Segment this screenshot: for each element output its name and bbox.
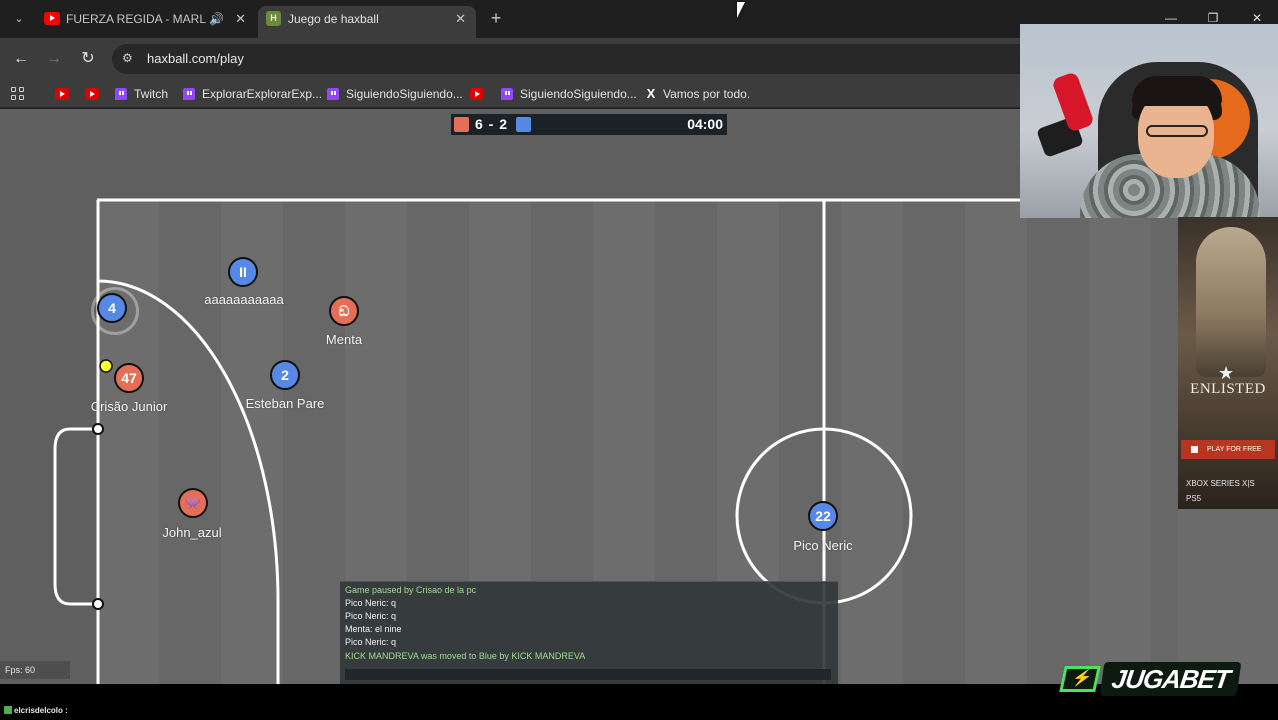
sponsor-name: JUGABET [1099, 662, 1242, 696]
enlisted-ad[interactable]: ★ ENLISTED PLAY FOR FREE XBOX SERIES X|S… [1178, 217, 1278, 509]
webcam-overlay [1020, 24, 1278, 218]
chat-line: Pico Neric: q [345, 637, 397, 647]
site-info-icon[interactable]: ⚙ [122, 50, 138, 66]
player-disc: 2 [270, 360, 300, 390]
mouse-cursor-icon [737, 2, 745, 18]
haxball-icon: H [266, 11, 281, 26]
chat-line: Game paused by Crisao de la pc [345, 585, 477, 595]
bookmark-youtube-3[interactable] [470, 80, 489, 108]
fps-counter: Fps: 60 [0, 661, 70, 679]
player-name: aaaaaaaaaaa [204, 292, 284, 307]
player-disc: ඞ [329, 296, 359, 326]
bookmark-label: ExplorarExplorarExp... [202, 87, 323, 101]
player-disc: 👾 [178, 488, 208, 518]
chat-box: Game paused by Crisao de la pc Pico Neri… [340, 581, 838, 684]
ball [99, 359, 113, 373]
chat-line: KICK MANDREVA was moved to Blue by KICK … [345, 651, 586, 661]
scoreboard: 6 - 2 04:00 [451, 114, 727, 135]
tab-title: Juego de haxball [288, 12, 379, 26]
score: 6 - 2 [475, 116, 509, 132]
screen: ⌄ FUERZA REGIDA - MARLBORO 🔊 ✕ H Juego d… [0, 0, 1278, 720]
tab-title: FUERZA REGIDA - MARLBORO [66, 12, 206, 26]
chat-line: Menta: el nine [345, 624, 402, 634]
bookmark-label: SiguiendoSiguiendo... [520, 87, 637, 101]
tab-search-icon[interactable]: ⌄ [8, 8, 30, 30]
player-disc: 47 [114, 363, 144, 393]
red-team-color [454, 117, 469, 132]
bookmark-twitch[interactable]: Twitch [115, 80, 168, 108]
chat-line: Pico Neric: q [345, 611, 397, 621]
badge-icon [4, 706, 12, 714]
bookmark-label: SiguiendoSiguiendo... [346, 87, 463, 101]
speaker-icon[interactable]: 🔊 [209, 6, 224, 32]
close-tab-icon[interactable]: ✕ [235, 6, 246, 32]
lightning-icon [1059, 666, 1101, 692]
player-name: John_azul [162, 525, 222, 540]
bookmark-label: Vamos por todo. [663, 87, 751, 101]
game-clock: 04:00 [687, 116, 723, 132]
tab-haxball[interactable]: H Juego de haxball ✕ [258, 6, 476, 38]
play-for-free-button[interactable]: PLAY FOR FREE [1181, 440, 1275, 459]
bookmark-siguiendo-2[interactable]: SiguiendoSiguiendo... [501, 80, 637, 108]
bookmark-explorar[interactable]: ExplorarExplorarExp... [183, 80, 322, 108]
url-text: haxball.com/play [147, 51, 244, 66]
twitch-icon [115, 88, 127, 100]
bookmark-x[interactable]: X Vamos por todo. [644, 80, 751, 108]
back-button[interactable]: ← [10, 48, 32, 70]
soldier-image [1196, 227, 1266, 377]
x-icon: X [646, 86, 656, 101]
youtube-icon [470, 88, 484, 100]
player-disc: 22 [808, 501, 838, 531]
chat-input[interactable] [345, 669, 831, 680]
player-name: Menta [325, 332, 363, 347]
forward-button[interactable]: → [43, 48, 65, 70]
bookmark-youtube-2[interactable] [85, 80, 104, 108]
chat-line: Pico Neric: q [345, 598, 397, 608]
twitch-icon [501, 88, 513, 100]
twitch-icon [327, 88, 339, 100]
youtube-icon [55, 88, 69, 100]
tab-youtube[interactable]: FUERZA REGIDA - MARLBORO 🔊 ✕ [36, 6, 256, 38]
youtube-icon [44, 12, 60, 25]
player-name: Esteban Pare [245, 396, 325, 411]
bookmark-label: Twitch [134, 87, 169, 101]
twitch-icon [183, 88, 195, 100]
apps-grid-icon[interactable] [11, 87, 25, 101]
bookmark-youtube-1[interactable] [55, 80, 74, 108]
ad-brand: ENLISTED [1190, 381, 1266, 397]
player-name: Crisão Junior [90, 399, 168, 414]
jugabet-logo: JUGABET [1059, 662, 1262, 696]
player-disc: II [228, 257, 258, 287]
youtube-icon [85, 88, 99, 100]
player-name: Pico Neric [793, 538, 853, 553]
ps5-label: PS5 [1186, 494, 1202, 503]
address-bar[interactable]: ⚙ haxball.com/play [112, 44, 1112, 74]
xbox-label: XBOX SERIES X|S [1186, 479, 1255, 488]
stream-chat-user: elcrisdelcolo : [4, 706, 68, 715]
reload-button[interactable]: ↻ [77, 48, 99, 70]
close-tab-icon[interactable]: ✕ [455, 6, 466, 32]
blue-team-color [516, 117, 531, 132]
bookmark-siguiendo-1[interactable]: SiguiendoSiguiendo... [327, 80, 463, 108]
player-disc-self: 4 [91, 287, 139, 335]
new-tab-button[interactable]: + [486, 8, 506, 28]
